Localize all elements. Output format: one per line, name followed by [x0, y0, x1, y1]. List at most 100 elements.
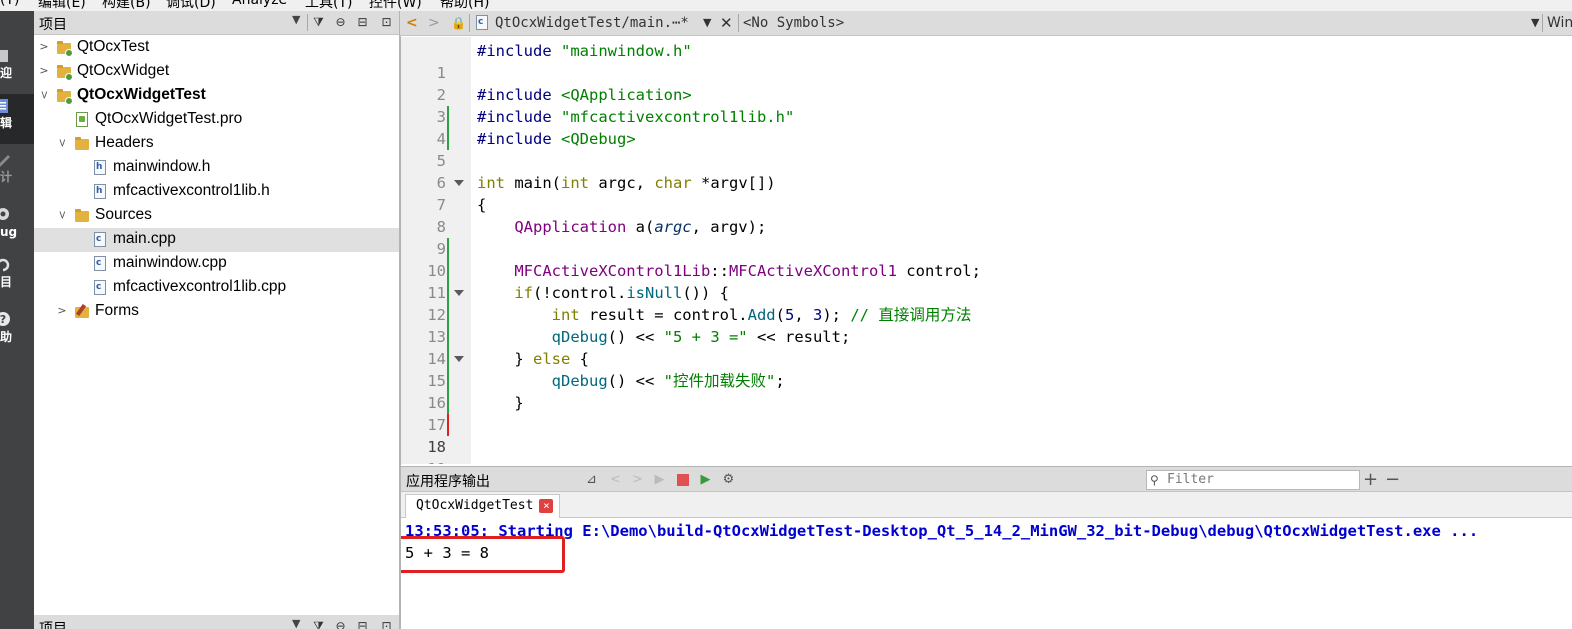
close-icon[interactable]: ✕ [720, 14, 733, 32]
chevron-right-icon[interactable]: > [38, 40, 50, 54]
divider [307, 14, 308, 31]
chevron-down-icon[interactable]: ▼ [703, 14, 711, 32]
chevron-down-icon[interactable]: > [37, 89, 51, 101]
line-number: 19 [401, 458, 446, 464]
tree-item-qtocxwidget[interactable]: > QtOcxWidget [34, 60, 400, 84]
close-panel-icon[interactable]: ⊡ [378, 14, 395, 31]
tree-item-sources[interactable]: > Sources [34, 204, 400, 228]
cpp-file-icon: c [92, 280, 108, 296]
fold-arrow-icon[interactable] [454, 290, 464, 296]
mode-bar: 迎 辑 计 ug 目 ? 助 [0, 11, 34, 629]
previous-icon[interactable]: < [607, 471, 624, 488]
tree-item-headers[interactable]: > Headers [34, 132, 400, 156]
menu-build[interactable]: 构建(B) [102, 0, 151, 11]
project-panel: 项目 ▼ ⧩ ⊖ ⊟ ⊡ > QtOcxTest > QtOcxWidget >… [34, 11, 400, 629]
code-line: 15 } else { [401, 348, 1572, 390]
output-filter-input[interactable]: ⚲ Filter [1146, 470, 1360, 490]
menu-debug[interactable]: 调试(D) [166, 0, 216, 11]
cpp-file-icon: c [474, 14, 488, 32]
tree-item-label: main.cpp [113, 230, 176, 247]
code-line-current: 18 [401, 414, 1572, 456]
clear-output-icon[interactable]: ⊿ [583, 471, 600, 488]
run-icon[interactable]: ▶ [651, 471, 668, 488]
code-editor[interactable]: 1 #include "mainwindow.h" 2 3 #include <… [401, 37, 1572, 464]
change-marker [447, 106, 449, 128]
tree-item-forms[interactable]: > Forms [34, 300, 400, 324]
chevron-right-icon[interactable]: > [56, 304, 68, 318]
tree-item-label: mfcactivexcontrol1lib.h [113, 182, 270, 199]
line-ending-dropdown[interactable]: Win [1547, 14, 1572, 32]
chevron-down-icon[interactable]: ▼ [1531, 14, 1539, 32]
change-marker [447, 260, 449, 282]
menu-tools[interactable]: 工具(T) [305, 0, 352, 11]
tree-item-pro-file[interactable]: QtOcxWidgetTest.pro [34, 108, 400, 132]
output-start-line: 13:53:05: Starting E:\Demo\build-QtOcxWi… [405, 522, 1479, 540]
menu-widgets[interactable]: 控件(W) [369, 0, 422, 11]
gear-icon[interactable]: ⚙ [720, 471, 737, 488]
output-tab[interactable]: QtOcxWidgetTest × [405, 494, 561, 518]
tree-item-mainwindow-h[interactable]: h mainwindow.h [34, 156, 400, 180]
tree-item-mfcactivexcontrol1lib-cpp[interactable]: c mfcactivexcontrol1lib.cpp [34, 276, 400, 300]
code-line: 7 int main(int argc, char *argv[]) [401, 172, 1572, 214]
mode-help[interactable]: ? 助 [0, 308, 34, 358]
change-marker [447, 348, 449, 370]
chevron-down-icon[interactable]: > [55, 137, 69, 149]
symbols-dropdown[interactable]: <No Symbols> [743, 14, 844, 32]
next-icon[interactable]: > [629, 471, 646, 488]
link-icon[interactable]: ⊖ [332, 618, 349, 629]
output-console[interactable]: 13:53:05: Starting E:\Demo\build-QtOcxWi… [401, 518, 1572, 629]
close-panel-icon[interactable]: ⊡ [378, 618, 395, 629]
debug-run-icon[interactable]: ▶ [697, 471, 714, 488]
forward-icon[interactable]: > [428, 14, 440, 32]
pro-file-icon [74, 112, 90, 128]
code-line: 3 #include <QApplication> [401, 84, 1572, 126]
plus-icon[interactable]: + [1362, 471, 1379, 489]
mode-design[interactable]: 计 [0, 149, 34, 199]
chevron-down-icon[interactable]: ▼ [292, 617, 300, 629]
back-icon[interactable]: < [406, 14, 418, 32]
chevron-right-icon[interactable]: > [38, 64, 50, 78]
change-marker [447, 370, 449, 392]
chevron-down-icon[interactable]: ▼ [292, 13, 300, 26]
code-line: 14 qDebug() << "5 + 3 =" << result; [401, 326, 1572, 368]
project-folder-icon [56, 64, 73, 81]
tree-item-qtocxwidgettest[interactable]: > QtOcxWidgetTest [34, 84, 400, 108]
link-icon[interactable]: ⊖ [332, 14, 349, 31]
project-panel-title: 项目 [39, 17, 67, 33]
chevron-down-icon[interactable]: > [55, 209, 69, 221]
menu-tools-partial[interactable]: (T) [0, 0, 19, 8]
mode-welcome[interactable]: 迎 [0, 44, 34, 94]
output-tab-label: QtOcxWidgetTest [416, 498, 534, 513]
close-icon[interactable]: × [539, 498, 554, 513]
tree-item-mainwindow-cpp[interactable]: c mainwindow.cpp [34, 252, 400, 276]
output-panel-title: 应用程序输出 [406, 474, 490, 490]
tree-item-mfcactivexcontrol1lib-h[interactable]: h mfcactivexcontrol1lib.h [34, 180, 400, 204]
menu-analyze[interactable]: Analyze [232, 0, 287, 8]
stop-icon[interactable] [674, 471, 691, 488]
help-icon: ? [0, 312, 10, 326]
code-line: 12 if(!control.isNull()) { [401, 282, 1572, 324]
code-line: 13 int result = control.Add(5, 3); // 直接… [401, 304, 1572, 346]
mode-edit[interactable]: 辑 [0, 94, 34, 144]
output-tab-bar: QtOcxWidgetTest × [401, 492, 1572, 518]
tree-item-label: Headers [95, 134, 154, 151]
minus-icon[interactable]: − [1384, 471, 1401, 489]
tree-item-qtocxtest[interactable]: > QtOcxTest [34, 36, 400, 60]
filter-placeholder: Filter [1167, 472, 1214, 487]
filter-icon[interactable]: ⧩ [310, 618, 327, 629]
split-icon[interactable]: ⊟ [354, 618, 371, 629]
divider [469, 14, 470, 32]
split-icon[interactable]: ⊟ [354, 14, 371, 31]
editor-toolbar: < > 🔒 c QtOcxWidgetTest/main.⋯* ▼ ✕ <No … [400, 11, 1572, 36]
menu-help[interactable]: 帮助(H) [440, 0, 489, 11]
tree-item-main-cpp[interactable]: c main.cpp [34, 228, 400, 252]
filter-icon[interactable]: ⧩ [310, 14, 327, 31]
menu-edit[interactable]: 编辑(E) [38, 0, 86, 11]
fold-arrow-icon[interactable] [454, 356, 464, 362]
tree-item-label: mainwindow.cpp [113, 254, 227, 271]
mode-debug[interactable]: ug [0, 203, 34, 253]
mode-projects[interactable]: 目 [0, 254, 34, 304]
open-file-name[interactable]: QtOcxWidgetTest/main.⋯* [495, 14, 689, 32]
fold-arrow-icon[interactable] [454, 180, 464, 186]
divider [1542, 14, 1543, 32]
